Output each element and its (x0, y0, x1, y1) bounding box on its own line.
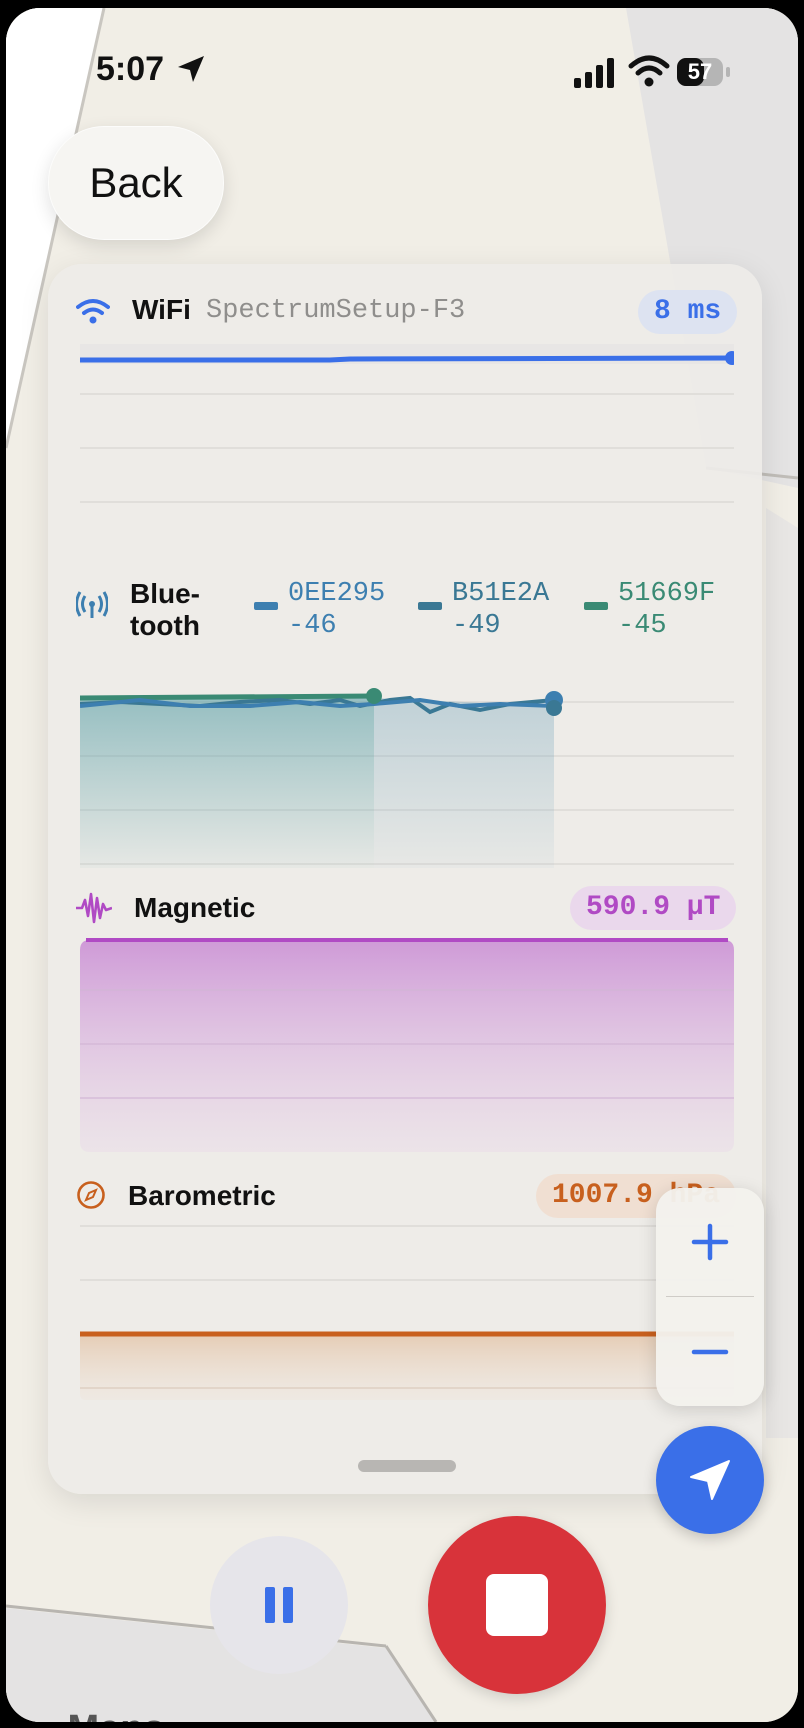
barometric-area (80, 1334, 734, 1400)
magnetic-chart (80, 938, 734, 1152)
wifi-latency-badge: 8 ms (638, 290, 738, 334)
bluetooth-label: Blue- tooth (130, 578, 200, 641)
zoom-out-button[interactable] (656, 1298, 764, 1406)
compass-icon (77, 1181, 105, 1209)
zoom-controls (656, 1188, 764, 1406)
locate-me-button[interactable] (656, 1426, 764, 1534)
legend-swatch (584, 602, 608, 610)
magnetic-waveform-icon (76, 892, 112, 924)
bluetooth-device-1: B51E2A -49 (418, 578, 578, 642)
barometric-label: Barometric (128, 1180, 276, 1211)
navigation-arrow-icon (690, 1460, 730, 1500)
wifi-chart (80, 344, 734, 503)
barometric-chart (80, 1225, 734, 1400)
plus-icon (691, 1223, 729, 1261)
wifi-series-line (80, 355, 734, 363)
wifi-label: WiFi (132, 294, 191, 325)
status-time: 5:07 (96, 50, 165, 88)
wifi-status-icon (628, 55, 670, 87)
legend-swatch (254, 602, 278, 610)
bluetooth-antenna-icon (76, 591, 108, 618)
bluetooth-area-1 (374, 698, 554, 868)
magnetic-value-badge: 590.9 µT (570, 886, 737, 930)
bluetooth-chart (80, 688, 734, 868)
location-arrow-icon (178, 56, 204, 82)
wifi-network-name: SpectrumSetup-F3 (206, 296, 466, 326)
apple-logo-icon: ● (34, 1708, 57, 1722)
back-button[interactable]: Back (48, 126, 224, 240)
bluetooth-device-0: 0EE295 -46 (254, 578, 414, 642)
cellular-signal-icon (574, 58, 614, 88)
bluetooth-device-2: 51669F -45 (584, 578, 744, 642)
stop-button[interactable] (428, 1516, 606, 1694)
app-screen: 5:07 57 Back WiFi SpectrumSetup-F3 8 ms … (6, 8, 798, 1722)
magnetic-label: Magnetic (134, 892, 256, 923)
minus-icon (691, 1349, 729, 1355)
bluetooth-series-2-line (80, 693, 375, 701)
legend-swatch (418, 602, 442, 610)
zoom-in-button[interactable] (656, 1188, 764, 1296)
pause-button[interactable] (210, 1536, 348, 1674)
bluetooth-series-1-end-dot (546, 700, 562, 716)
battery-level: 57 (687, 59, 713, 84)
bluetooth-area-0 (80, 698, 374, 868)
map-attribution[interactable]: ● Maps (34, 1708, 165, 1722)
battery-indicator: 57 (676, 56, 732, 88)
sensor-panel: WiFi SpectrumSetup-F3 8 ms Blue- tooth 0… (48, 264, 762, 1494)
magnetic-area (80, 940, 734, 1152)
stop-icon (486, 1574, 548, 1636)
status-bar: 5:07 57 (6, 8, 798, 128)
zoom-divider (666, 1296, 754, 1297)
sheet-grabber[interactable] (358, 1460, 456, 1472)
pause-icon (265, 1587, 293, 1623)
wifi-icon (76, 299, 110, 324)
bluetooth-series-2-end-dot (366, 688, 382, 704)
